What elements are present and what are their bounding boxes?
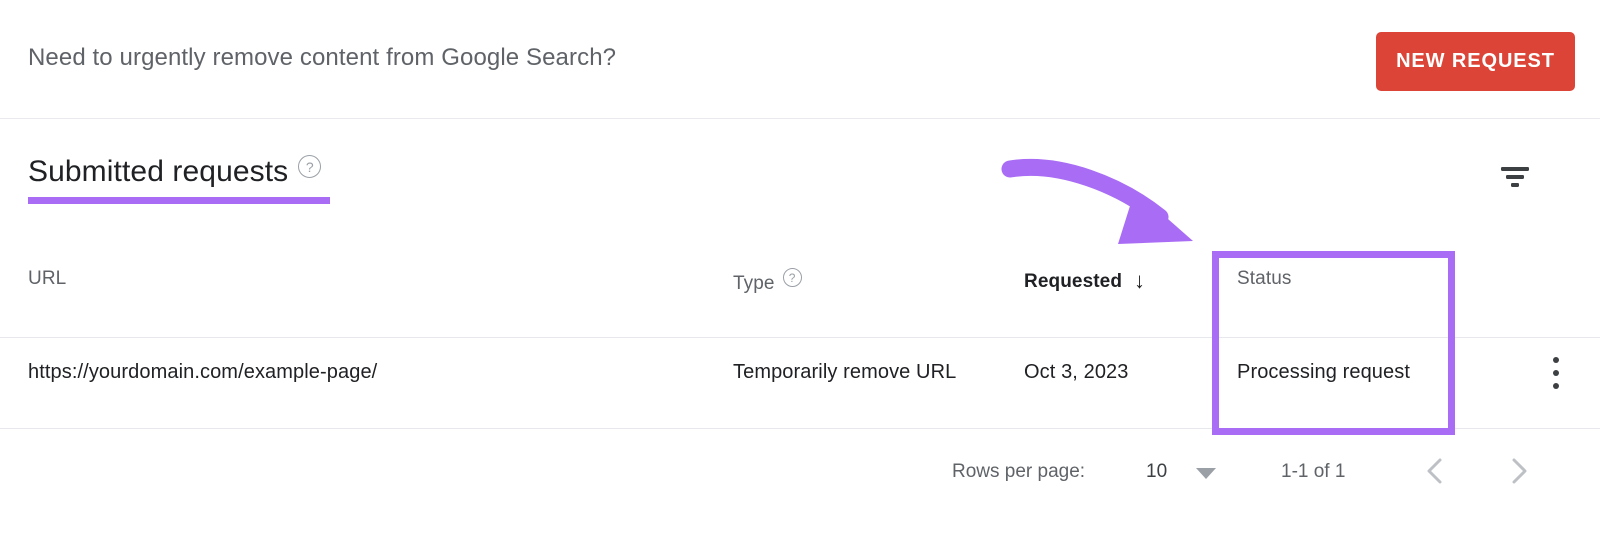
rows-per-page-label: Rows per page:: [952, 461, 1086, 482]
filter-list-icon[interactable]: [1496, 158, 1534, 188]
chevron-left-icon[interactable]: [1418, 453, 1452, 489]
section-title-text: Submitted requests: [28, 155, 289, 188]
table-header-divider: [0, 337, 1600, 338]
cell-status: Processing request: [1237, 361, 1411, 383]
section-title: Submitted requests: [28, 155, 322, 189]
column-header-type[interactable]: Type: [733, 268, 802, 295]
kebab-dot: [1553, 357, 1559, 363]
column-header-requested-label: Requested: [1024, 271, 1123, 292]
cell-type: Temporarily remove URL: [733, 361, 957, 383]
help-circle-icon[interactable]: [298, 155, 322, 178]
column-header-status[interactable]: Status: [1237, 268, 1291, 290]
column-header-url[interactable]: URL: [28, 268, 66, 290]
chevron-right-icon[interactable]: [1502, 453, 1536, 489]
sort-descending-icon: ↓: [1134, 268, 1146, 293]
help-circle-icon[interactable]: [782, 268, 802, 287]
table-row-divider: [0, 428, 1600, 429]
rows-per-page-value[interactable]: 10: [1146, 461, 1167, 483]
urgent-removal-promo-bar: Need to urgently remove content from Goo…: [0, 0, 1600, 118]
new-request-button[interactable]: NEW REQUEST: [1376, 32, 1575, 91]
pagination-range-label: 1-1 of 1: [1281, 461, 1346, 482]
chevron-down-icon[interactable]: [1196, 468, 1216, 479]
kebab-dot: [1553, 383, 1559, 389]
purple-underline-annotation: [28, 197, 330, 204]
column-header-requested[interactable]: Requested ↓: [1024, 268, 1145, 294]
column-header-type-label: Type: [733, 273, 775, 294]
removals-page: Need to urgently remove content from Goo…: [0, 0, 1600, 535]
kebab-dot: [1553, 370, 1559, 376]
header-divider: [0, 118, 1600, 119]
more-vert-icon[interactable]: [1546, 357, 1566, 395]
cell-requested: Oct 3, 2023: [1024, 361, 1129, 383]
purple-curved-arrow-annotation: [980, 145, 1210, 255]
promo-message: Need to urgently remove content from Goo…: [28, 44, 617, 71]
cell-url[interactable]: https://yourdomain.com/example-page/: [28, 361, 377, 384]
